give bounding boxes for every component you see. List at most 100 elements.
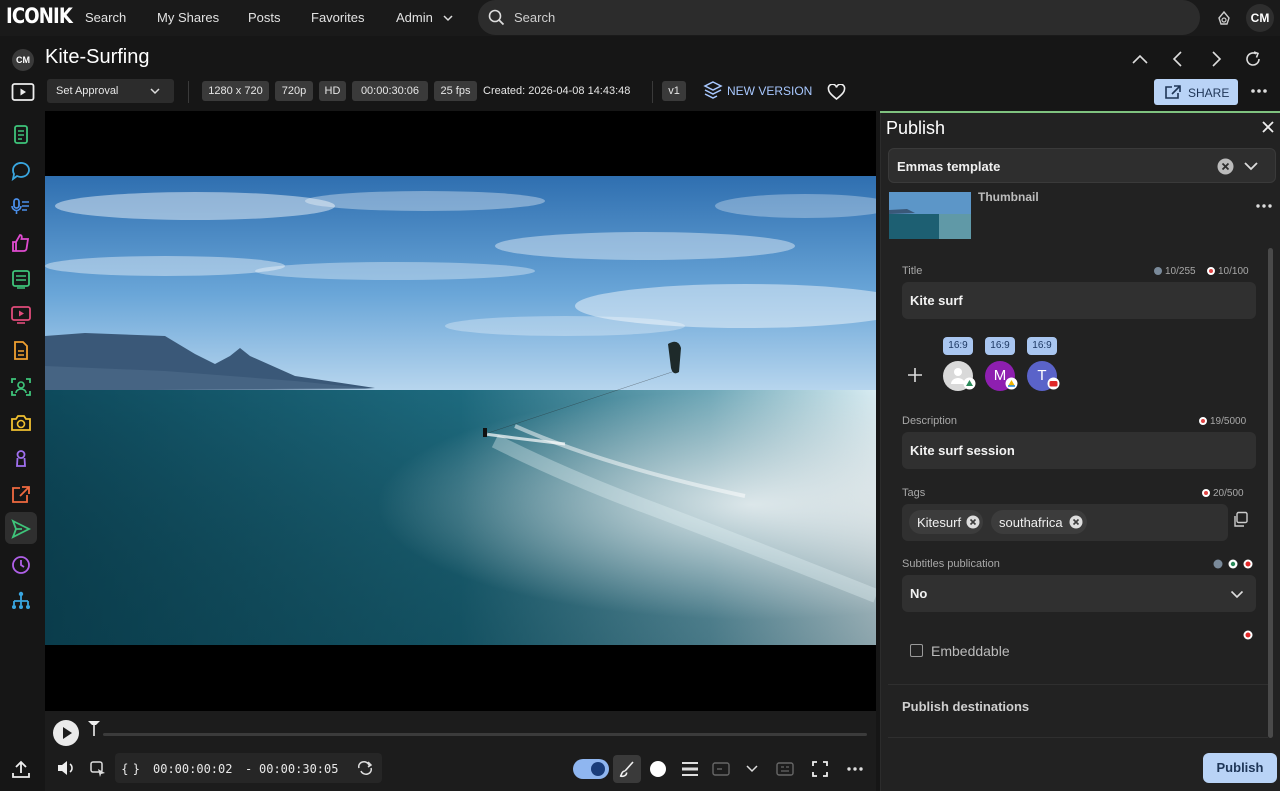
history-icon[interactable]	[8, 552, 34, 578]
asset-title: Kite-Surfing	[45, 46, 150, 68]
thumbnail-image[interactable]	[889, 192, 971, 239]
annotation-toggle[interactable]	[573, 759, 609, 779]
more-options-icon[interactable]	[1250, 88, 1268, 94]
divider	[888, 737, 1268, 738]
chevron-down-icon	[150, 88, 160, 95]
export-icon[interactable]	[8, 482, 34, 508]
time-separator: -	[245, 762, 253, 776]
person-icon[interactable]	[8, 446, 34, 472]
media-icon[interactable]	[8, 302, 34, 328]
chevron-down-icon[interactable]	[443, 13, 453, 23]
video-frame[interactable]	[45, 176, 876, 645]
template-value: Emmas template	[897, 159, 1001, 174]
approve-icon[interactable]	[8, 230, 34, 256]
hierarchy-icon[interactable]	[8, 588, 34, 614]
video-player[interactable]	[45, 111, 876, 711]
captions-icon[interactable]	[776, 761, 794, 777]
volume-icon[interactable]	[56, 759, 76, 777]
user-avatar[interactable]: CM	[1246, 4, 1274, 32]
file-icon[interactable]	[8, 338, 34, 364]
share-label: SHARE	[1188, 86, 1230, 100]
next-icon[interactable]	[1209, 50, 1223, 68]
new-version-label: NEW VERSION	[727, 84, 813, 98]
top-nav: ICONIK Search My Shares Posts Favorites …	[0, 0, 1280, 36]
nav-admin[interactable]: Admin	[396, 10, 433, 25]
chevron-up-icon[interactable]	[1131, 52, 1149, 66]
description-label: Description	[902, 415, 958, 427]
subtitles-label: Subtitles publication	[902, 558, 1000, 570]
embeddable-checkbox[interactable]	[910, 644, 923, 657]
upload-icon[interactable]	[8, 757, 34, 783]
chevron-down-icon[interactable]	[746, 765, 758, 773]
approval-select[interactable]: Set Approval	[47, 79, 174, 103]
list-icon[interactable]	[8, 266, 34, 292]
notifications-icon[interactable]	[1215, 9, 1233, 27]
loop-region-icon[interactable]	[89, 759, 107, 777]
comment-icon[interactable]	[8, 158, 34, 184]
hd-chip: HD	[319, 81, 346, 101]
template-select[interactable]: Emmas template	[888, 148, 1276, 183]
add-account-icon[interactable]	[907, 367, 923, 383]
player-view-icon[interactable]	[11, 82, 35, 102]
fullscreen-icon[interactable]	[811, 760, 829, 778]
platform-dot-icon	[1243, 630, 1253, 640]
remove-tag-icon[interactable]	[966, 515, 980, 529]
resolution-chip: 1280 x 720	[202, 81, 269, 101]
close-icon[interactable]	[1261, 120, 1275, 134]
braces-label: { }	[121, 762, 141, 776]
stroke-width-icon[interactable]	[681, 761, 699, 777]
previous-icon[interactable]	[1171, 50, 1185, 68]
subtitles-icon[interactable]	[712, 761, 730, 777]
drive-badge-icon	[1005, 377, 1018, 390]
nav-favorites[interactable]: Favorites	[311, 10, 364, 25]
tags-label: Tags	[902, 487, 926, 499]
brush-button[interactable]	[613, 755, 641, 783]
face-icon[interactable]	[8, 374, 34, 400]
panel-accent-line	[880, 111, 1280, 113]
app-logo[interactable]: ICONIK	[6, 4, 73, 28]
description-counter: 19/5000	[1199, 416, 1246, 427]
thumbnail-picture	[889, 192, 971, 239]
ratio-badge: 16:9	[985, 337, 1015, 355]
chevron-down-icon[interactable]	[1243, 161, 1259, 171]
play-button[interactable]	[51, 718, 81, 748]
duration-chip: 00:00:30:06	[352, 81, 428, 101]
clear-icon[interactable]	[1217, 158, 1234, 175]
camera-icon[interactable]	[8, 410, 34, 436]
copy-icon[interactable]	[1232, 511, 1249, 528]
send-icon[interactable]	[8, 516, 34, 542]
refresh-icon[interactable]	[1243, 49, 1263, 69]
loop-icon[interactable]	[356, 760, 374, 776]
search-placeholder: Search	[514, 10, 556, 25]
embeddable-label: Embeddable	[931, 643, 1010, 659]
subtitles-select[interactable]: No	[902, 575, 1256, 612]
remove-tag-icon[interactable]	[1069, 515, 1083, 529]
player-more-icon[interactable]	[846, 766, 864, 772]
nav-my-shares[interactable]: My Shares	[157, 10, 219, 25]
description-input[interactable]: Kite surf session	[902, 432, 1256, 469]
favorite-heart-icon[interactable]	[827, 84, 846, 101]
timecode-range[interactable]: { } 00:00:00:02 - 00:00:30:05	[115, 753, 382, 783]
title-input[interactable]: Kite surf	[902, 282, 1256, 319]
playhead-marker-icon[interactable]	[86, 719, 102, 737]
document-icon[interactable]	[8, 122, 34, 148]
description-value: Kite surf session	[910, 443, 1015, 458]
platform-badge-icon	[963, 377, 976, 390]
brush-icon	[619, 761, 634, 778]
global-search[interactable]: Search	[478, 0, 1200, 35]
transcript-icon[interactable]	[8, 194, 34, 220]
nav-posts[interactable]: Posts	[248, 10, 281, 25]
share-button[interactable]: SHARE	[1154, 79, 1238, 105]
color-picker-icon[interactable]	[649, 760, 667, 778]
time-in: 00:00:00:02	[153, 762, 233, 776]
publish-destinations-label[interactable]: Publish destinations	[902, 699, 1029, 714]
platform-dot-icon	[1202, 489, 1210, 497]
nav-search[interactable]: Search	[85, 10, 126, 25]
publish-button[interactable]: Publish	[1203, 753, 1277, 783]
panel-scrollbar[interactable]	[1268, 248, 1273, 738]
scrub-bar[interactable]	[103, 733, 867, 736]
owner-avatar: CM	[12, 49, 34, 71]
version-chip[interactable]: v1	[662, 81, 686, 101]
platform-dot-icon	[1207, 267, 1215, 275]
thumbnail-more-icon[interactable]	[1255, 203, 1273, 209]
